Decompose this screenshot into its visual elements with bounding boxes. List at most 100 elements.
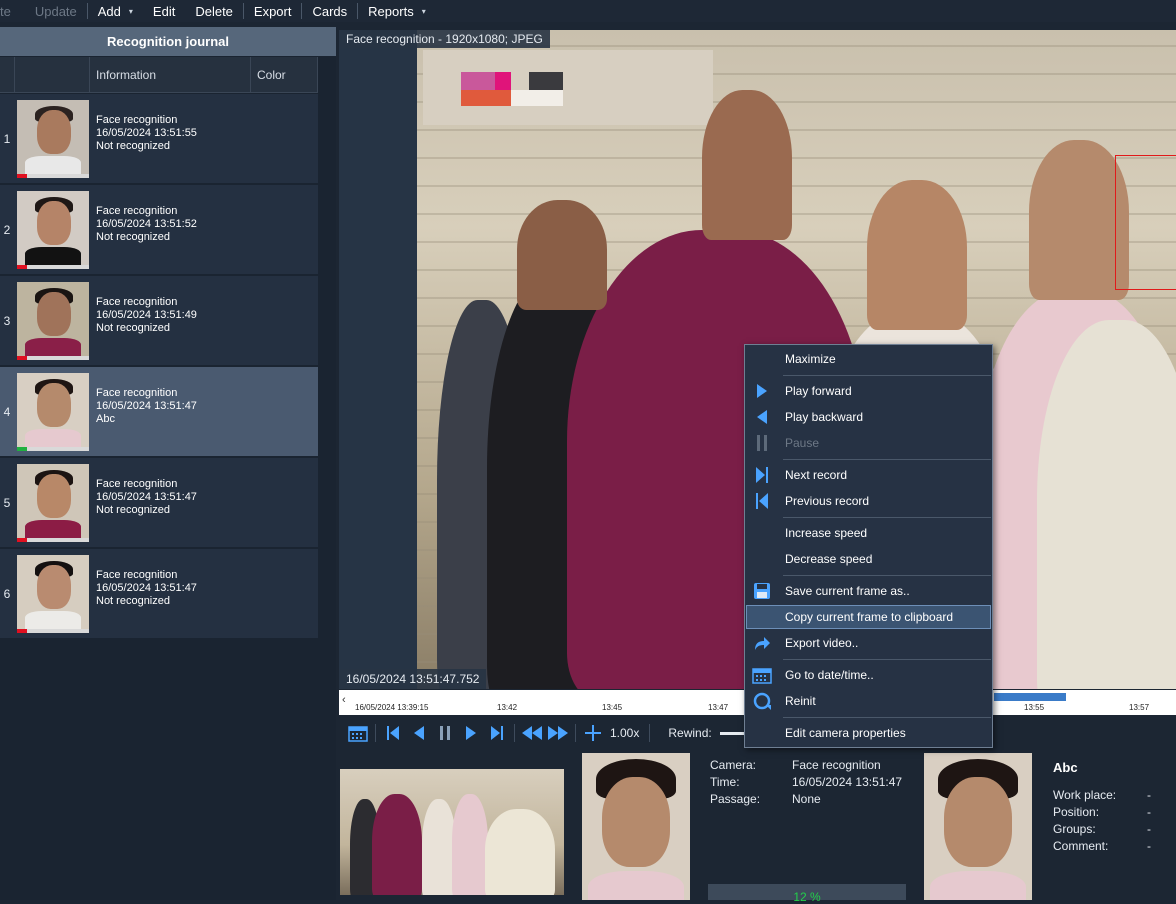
menu-item-label: Increase speed [785,526,868,540]
toolbar-label: Edit [152,3,176,19]
menu-item-maximize[interactable]: Maximize [746,347,991,371]
toolbar-label: te [0,3,11,19]
reinit-icon [752,691,772,711]
groups-key: Groups: [1053,822,1096,836]
menu-item-next-record[interactable]: Next record [746,463,991,487]
menu-item-play-forward[interactable]: Play forward [746,379,991,403]
journal-row[interactable]: 6 Face recognition 16/05/2024 13:51:47 N… [0,549,318,639]
event-type: Face recognition [96,569,178,581]
status-marker [17,356,27,360]
menu-item-copy-frame[interactable]: Copy current frame to clipboard [746,605,991,629]
person-info: Work place: - Position: - Groups: - Comm… [1053,787,1173,857]
pixelated-block [461,72,495,90]
toolbar-item-cut-off[interactable]: te [0,0,25,22]
recognition-result: Not recognized [96,504,170,516]
menu-item-export-video[interactable]: Export video.. [746,631,991,655]
increase-speed-icon[interactable] [545,720,571,746]
journal-row[interactable]: 1 Face recognition 16/05/2024 13:51:55 N… [0,94,318,184]
speed-plus-icon[interactable] [580,720,606,746]
toolbar-label: Add [97,3,121,19]
journal-row[interactable]: 3 Face recognition 16/05/2024 13:51:49 N… [0,276,318,366]
pixelated-block [529,72,563,90]
video-timestamp: 16/05/2024 13:51:47.752 [339,669,487,689]
column-header-color[interactable]: Color [251,57,318,93]
face-skin [602,777,670,867]
pause-icon[interactable] [432,720,458,746]
control-separator [514,724,515,742]
edit-button[interactable]: Edit [143,0,185,22]
menu-item-go-to-date[interactable]: Go to date/time.. [746,663,991,687]
column-header-thumbnail[interactable] [15,57,90,93]
journal-table-header: Information Color [0,57,318,93]
export-button[interactable]: Export [244,0,302,22]
camera-value: Face recognition [792,758,881,772]
event-type: Face recognition [96,478,178,490]
face-thumbnail [17,464,89,542]
menu-item-label: Go to date/time.. [785,668,874,682]
person-card-photo[interactable] [924,753,1032,900]
play-forward-icon[interactable] [458,720,484,746]
scene-snapshot[interactable] [340,769,564,895]
cards-button[interactable]: Cards [302,0,357,22]
row-number: 1 [3,132,11,146]
menu-item-reinit[interactable]: Reinit [746,689,991,713]
recognition-result: Not recognized [96,595,170,607]
recognition-result: Not recognized [96,322,170,334]
comment-value: - [1147,839,1151,853]
add-button[interactable]: Add ▾ [88,0,143,22]
row-info: Face recognition 16/05/2024 13:51:47 Not… [96,478,197,517]
event-time: 16/05/2024 13:51:47 [96,400,197,412]
detected-face-image[interactable] [582,753,690,900]
journal-row[interactable]: 5 Face recognition 16/05/2024 13:51:47 N… [0,458,318,548]
row-info: Face recognition 16/05/2024 13:51:47 Abc [96,387,197,426]
timeline-record-segment[interactable] [994,693,1066,701]
play-backward-icon[interactable] [406,720,432,746]
reports-button[interactable]: Reports ▾ [358,0,436,22]
menu-item-pause[interactable]: Pause [746,431,991,455]
timeline-label: 13:47 [708,703,729,712]
toolbar-label: Export [253,3,292,19]
person-head [1029,140,1129,300]
menu-item-decrease-speed[interactable]: Decrease speed [746,547,991,571]
face-detection-box[interactable] [1115,155,1176,290]
row-number: 5 [3,496,11,510]
person-head [702,90,792,240]
chevron-down-icon[interactable]: ▾ [422,7,426,16]
delete-button[interactable]: Delete [185,0,243,22]
skip-to-end-icon[interactable] [484,720,510,746]
face-shirt [930,871,1026,900]
next-record-icon [752,465,772,485]
recognition-result: Not recognized [96,140,170,152]
column-header-information[interactable]: Information [90,57,251,93]
journal-row[interactable]: 2 Face recognition 16/05/2024 13:51:52 N… [0,185,318,275]
timeline-scroll-left-icon[interactable]: ‹ [342,694,346,706]
menu-item-save-frame[interactable]: Save current frame as.. [746,579,991,603]
main-toolbar: te Update Add ▾ Edit Delete Export Cards … [0,0,1176,22]
chevron-down-icon[interactable]: ▾ [129,7,133,16]
menu-item-play-backward[interactable]: Play backward [746,405,991,429]
groups-value: - [1147,822,1151,836]
journal-row-selected[interactable]: 4 Face recognition 16/05/2024 13:51:47 A… [0,367,318,457]
recognition-journal-panel: Recognition journal Information Color 1 … [0,27,336,900]
menu-item-label: Save current frame as.. [785,584,910,598]
skip-to-start-icon[interactable] [380,720,406,746]
calendar-icon[interactable] [345,720,371,746]
event-type: Face recognition [96,205,178,217]
event-type: Face recognition [96,387,178,399]
video-caption: Face recognition - 1920x1080; JPEG [339,30,550,48]
menu-item-increase-speed[interactable]: Increase speed [746,521,991,545]
rewind-label: Rewind: [668,726,712,740]
menu-item-label: Play backward [785,410,864,424]
decrease-speed-icon[interactable] [519,720,545,746]
row-info: Face recognition 16/05/2024 13:51:49 Not… [96,296,197,335]
menu-item-label: Maximize [785,352,836,366]
update-button[interactable]: Update [25,0,87,22]
menu-item-previous-record[interactable]: Previous record [746,489,991,513]
event-info: Camera: Face recognition Time: 16/05/202… [710,757,910,817]
passage-key: Passage: [710,792,761,806]
row-number: 4 [3,405,11,419]
menu-separator [783,375,991,376]
toolbar-label: Update [34,3,77,19]
column-header-number[interactable] [0,57,15,93]
menu-item-edit-camera-properties[interactable]: Edit camera properties [746,721,991,745]
